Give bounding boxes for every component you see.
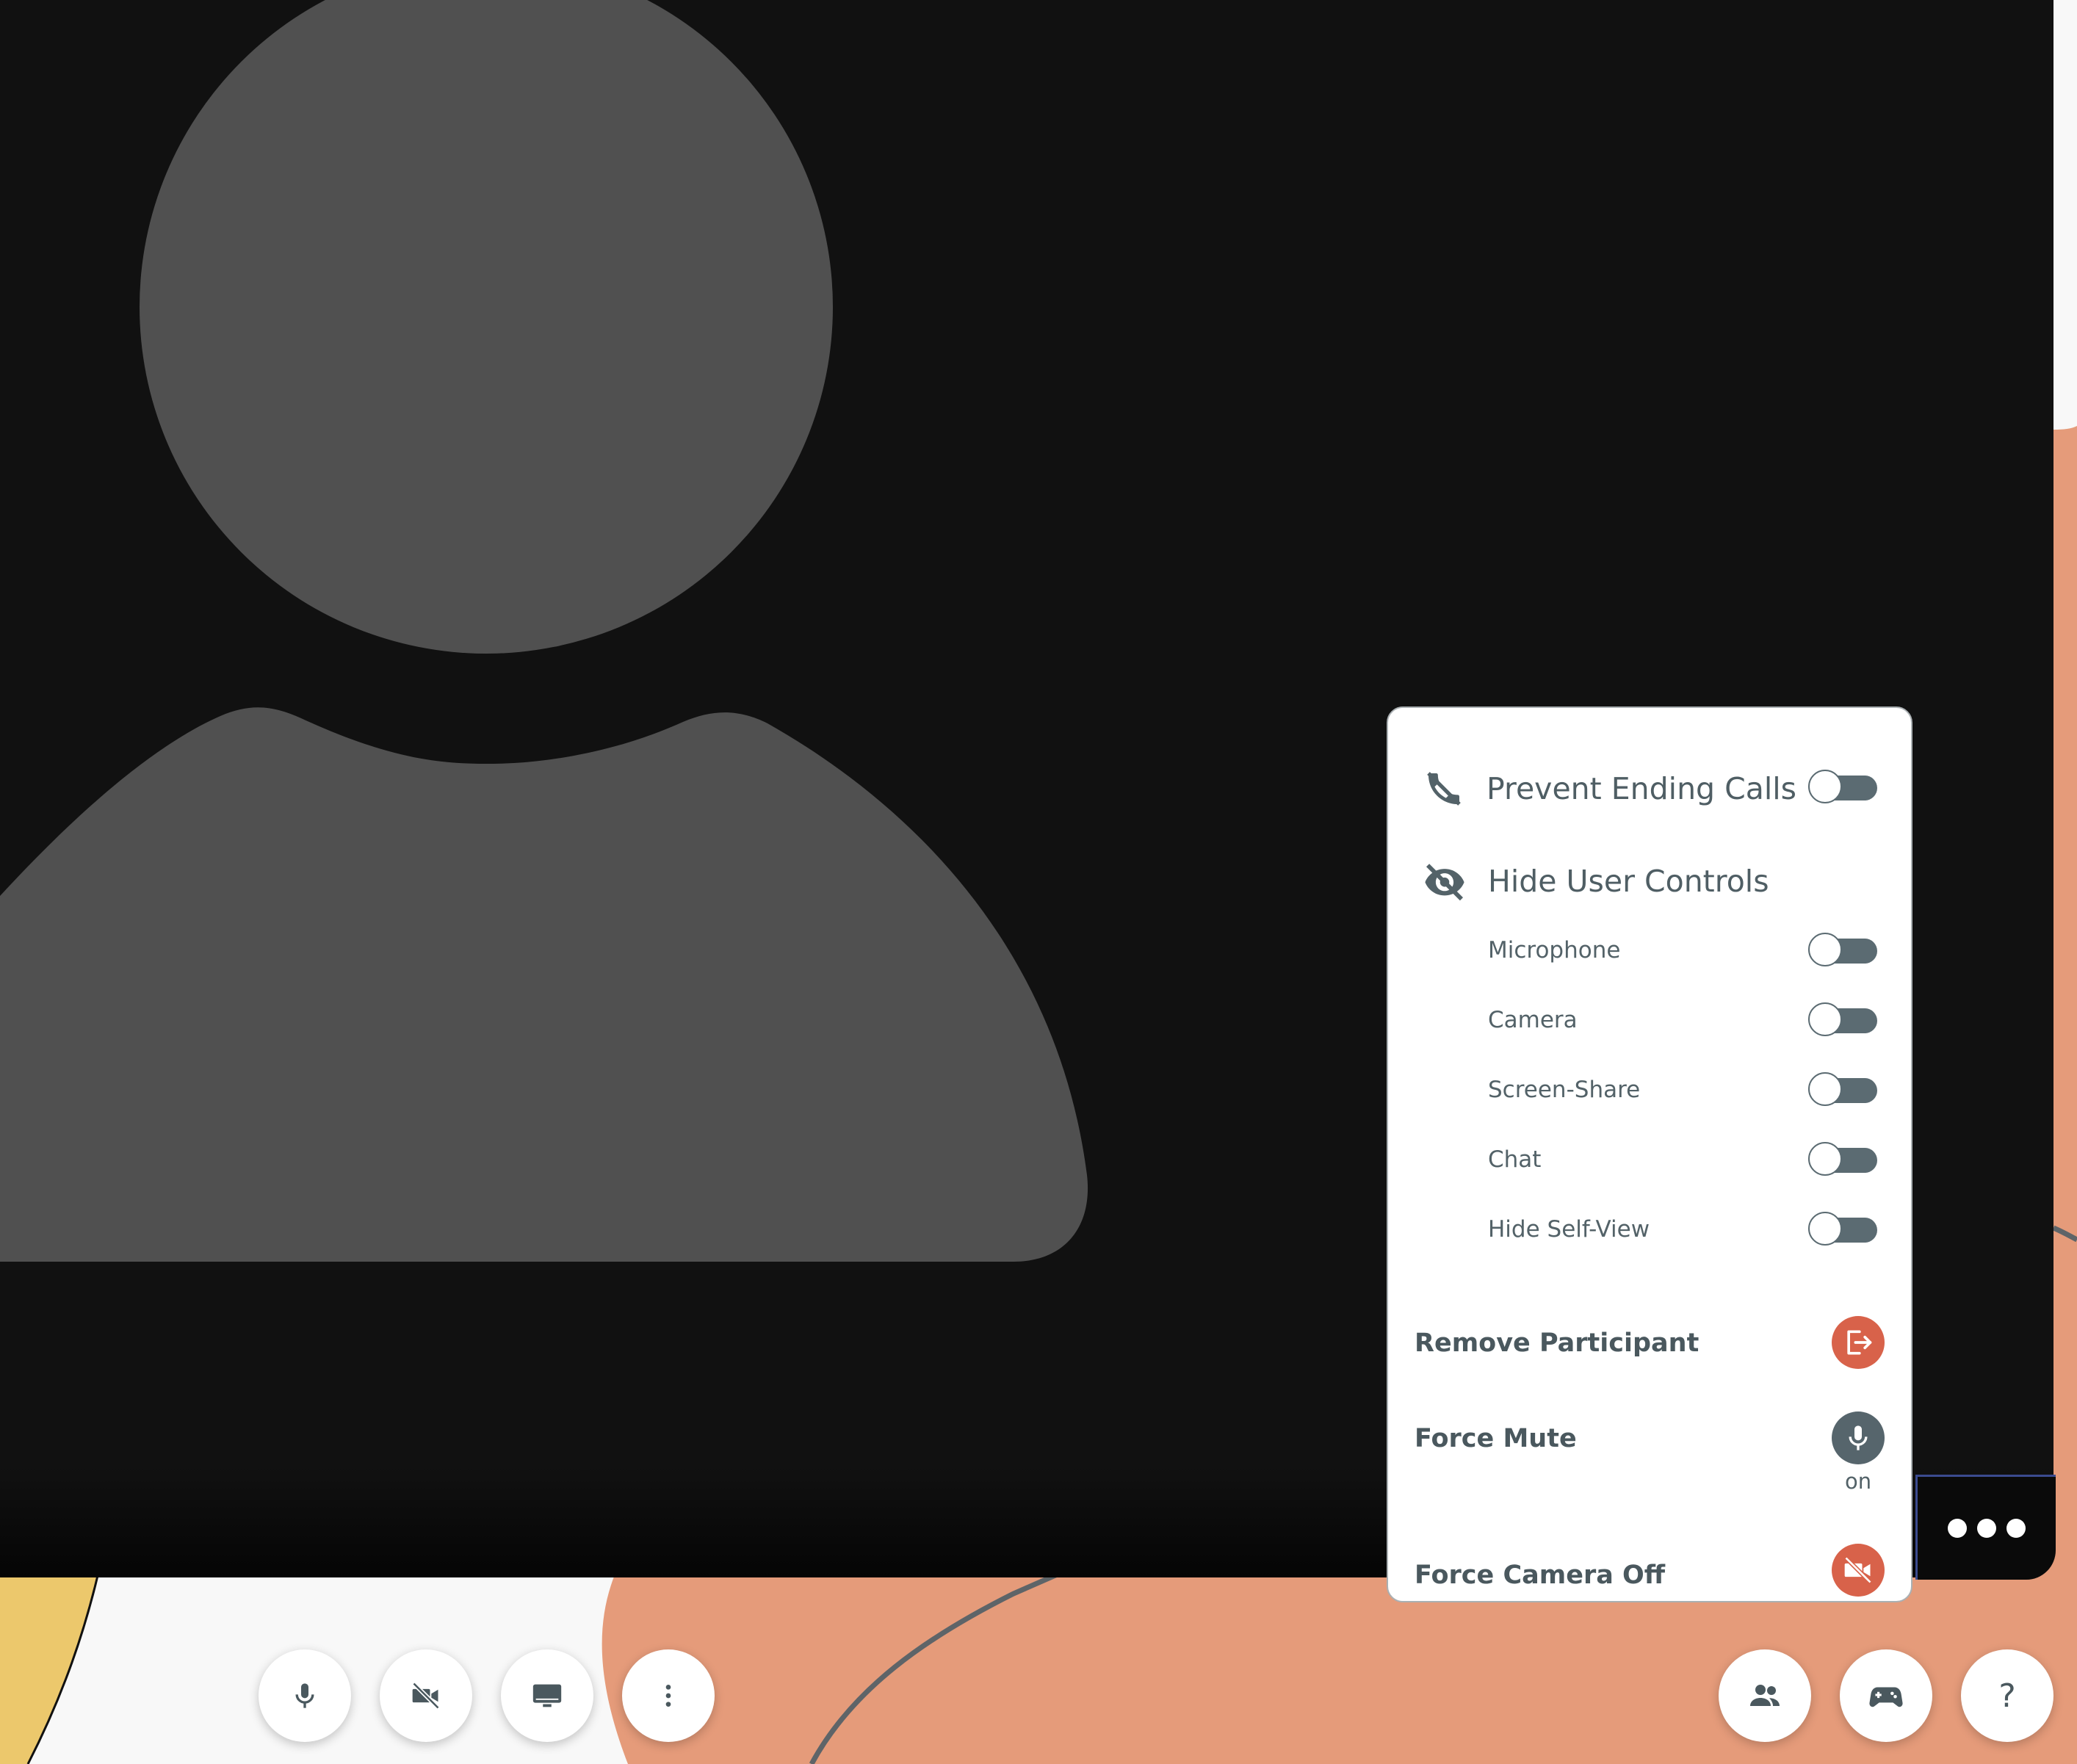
games-button[interactable] — [1840, 1649, 1932, 1742]
hide-screen-share-label: Screen-Share — [1488, 1077, 1641, 1103]
video-off-icon — [1844, 1556, 1872, 1584]
hide-screen-share-toggle[interactable] — [1808, 1072, 1877, 1107]
hide-microphone-row: Microphone — [1488, 928, 1620, 972]
force-camera-off-label: Force Camera Off — [1415, 1561, 1666, 1590]
more-horizontal-icon — [1948, 1519, 1967, 1538]
call-end-off-icon — [1427, 772, 1461, 806]
prevent-ending-calls-row: Prevent Ending Calls — [1423, 761, 1796, 817]
hide-user-controls-label: Hide User Controls — [1488, 864, 1769, 899]
exit-icon — [1847, 1330, 1872, 1355]
tile-more-button[interactable] — [1915, 1475, 2056, 1580]
hide-microphone-label: Microphone — [1488, 937, 1621, 964]
force-mute-label: Force Mute — [1415, 1424, 1577, 1453]
hide-self-view-label: Hide Self-View — [1488, 1216, 1650, 1243]
participants-icon — [1750, 1685, 1780, 1706]
eye-off-icon — [1425, 864, 1464, 901]
screen-share-icon — [532, 1684, 562, 1707]
more-options-button[interactable] — [622, 1649, 715, 1742]
participants-button[interactable] — [1719, 1649, 1811, 1742]
hide-chat-row: Chat — [1488, 1138, 1541, 1182]
camera-button[interactable] — [380, 1649, 472, 1742]
hide-self-view-toggle[interactable] — [1808, 1212, 1877, 1247]
hide-camera-toggle[interactable] — [1808, 1002, 1877, 1038]
hide-camera-row: Camera — [1488, 998, 1578, 1042]
remove-participant-label: Remove Participant — [1415, 1329, 1699, 1358]
video-off-icon — [412, 1682, 440, 1710]
microphone-icon — [1849, 1425, 1868, 1450]
gamepad-icon — [1869, 1687, 1903, 1707]
prevent-ending-calls-label: Prevent Ending Calls — [1487, 771, 1797, 806]
microphone-button[interactable] — [259, 1649, 351, 1742]
more-horizontal-icon — [2006, 1519, 2026, 1538]
microphone-icon — [295, 1683, 314, 1708]
remove-participant-button[interactable] — [1832, 1316, 1885, 1369]
hide-screen-share-row: Screen-Share — [1488, 1068, 1640, 1112]
hide-chat-label: Chat — [1488, 1146, 1542, 1173]
force-mute-button[interactable] — [1832, 1411, 1885, 1464]
hide-camera-label: Camera — [1488, 1007, 1578, 1033]
screen-share-button[interactable] — [501, 1649, 593, 1742]
more-vertical-icon — [665, 1685, 671, 1707]
more-horizontal-icon — [1977, 1519, 1996, 1538]
force-camera-off-row: Force Camera Off — [1415, 1542, 1665, 1608]
hide-microphone-toggle[interactable] — [1808, 933, 1877, 968]
force-mute-row: Force Mute — [1415, 1406, 1577, 1472]
force-camera-off-button[interactable] — [1832, 1544, 1885, 1597]
hide-self-view-row: Hide Self-View — [1488, 1207, 1650, 1251]
hide-user-controls-row: Hide User Controls — [1423, 853, 1769, 909]
host-controls-panel: Prevent Ending Calls Hide User Controls … — [1387, 706, 1912, 1602]
help-button[interactable]: ? — [1961, 1649, 2053, 1742]
hide-chat-toggle[interactable] — [1808, 1142, 1877, 1177]
force-mute-status: on — [1845, 1469, 1872, 1494]
help-icon: ? — [1998, 1677, 2016, 1715]
avatar-placeholder-icon — [0, 0, 1088, 1262]
remove-participant-row: Remove Participant — [1415, 1310, 1699, 1376]
prevent-ending-calls-toggle[interactable] — [1808, 770, 1877, 805]
